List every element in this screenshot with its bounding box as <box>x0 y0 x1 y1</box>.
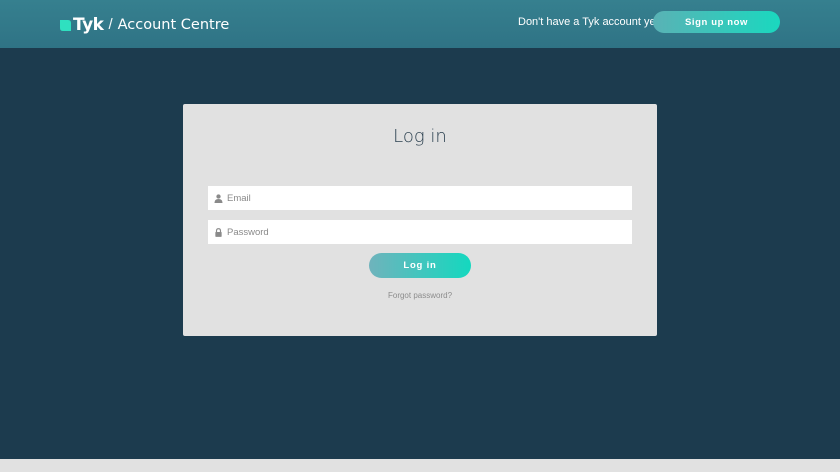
password-field[interactable] <box>208 220 632 244</box>
lock-icon <box>215 227 222 237</box>
password-input[interactable] <box>227 220 632 244</box>
forgot-password-link[interactable]: Forgot password? <box>0 291 840 301</box>
top-bar: Tyk / Account Centre Don't have a Tyk ac… <box>0 0 840 48</box>
login-button[interactable]: Log in <box>369 253 471 278</box>
tyk-logo[interactable]: Tyk / Account Centre <box>60 14 229 36</box>
signup-button[interactable]: Sign up now <box>653 11 780 33</box>
signup-prompt: Don't have a Tyk account yet ? <box>518 16 668 28</box>
page-title: Log in <box>393 126 447 147</box>
footer-strip <box>0 459 840 472</box>
app-name: Account Centre <box>117 17 230 33</box>
email-input[interactable] <box>227 186 632 210</box>
logo-separator: / <box>108 16 113 33</box>
logo-brand-text: Tyk <box>73 15 104 35</box>
user-icon <box>214 193 223 203</box>
tyk-logo-icon <box>60 19 71 31</box>
email-field[interactable] <box>208 186 632 210</box>
